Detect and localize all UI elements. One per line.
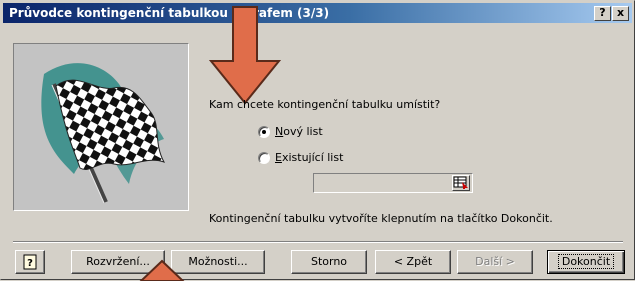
finish-button-label: Dokončit (557, 254, 615, 269)
up-arrow-annotation-icon (139, 259, 185, 281)
new-sheet-label-rest: ový list (283, 125, 323, 138)
checkered-flag-illustration (13, 43, 189, 211)
location-range-field[interactable] (313, 173, 473, 193)
title-bar[interactable]: Průvodce kontingenční tabulkou a grafem … (3, 3, 632, 23)
cancel-button-label: Storno (310, 255, 348, 268)
title-help-button[interactable]: ? (594, 6, 611, 21)
existing-sheet-radio[interactable] (258, 152, 270, 164)
svg-text:?: ? (27, 258, 33, 269)
button-separator (13, 241, 623, 243)
down-arrow-annotation-icon (208, 6, 282, 105)
cancel-button[interactable]: Storno (291, 250, 367, 274)
options-button-label: Možnosti... (188, 255, 248, 268)
finish-button[interactable]: Dokončit (547, 250, 625, 274)
help-icon: ? (23, 254, 37, 270)
new-sheet-label[interactable]: Nový list (275, 125, 323, 138)
finish-hint: Kontingenční tabulku vytvoříte klepnutím… (209, 212, 553, 225)
pivot-wizard-dialog: Průvodce kontingenční tabulkou a grafem … (0, 0, 635, 281)
help-button[interactable]: ? (15, 250, 45, 274)
location-question: Kam chcete kontingenční tabulku umístit? (209, 98, 441, 111)
options-button[interactable]: Možnosti... (171, 250, 265, 274)
next-button-label: Další > (475, 255, 515, 268)
back-button-label: < Zpět (393, 255, 433, 268)
next-button[interactable]: Další > (457, 250, 533, 274)
close-icon: x (616, 6, 625, 19)
close-button[interactable]: x (612, 6, 629, 21)
range-picker-button[interactable] (452, 175, 470, 191)
new-sheet-radio[interactable] (258, 126, 270, 138)
range-picker-icon (453, 176, 468, 189)
existing-sheet-label[interactable]: Existující list (275, 151, 343, 164)
existing-sheet-label-rest: xistující list (281, 151, 344, 164)
back-button[interactable]: < Zpět (375, 250, 451, 274)
